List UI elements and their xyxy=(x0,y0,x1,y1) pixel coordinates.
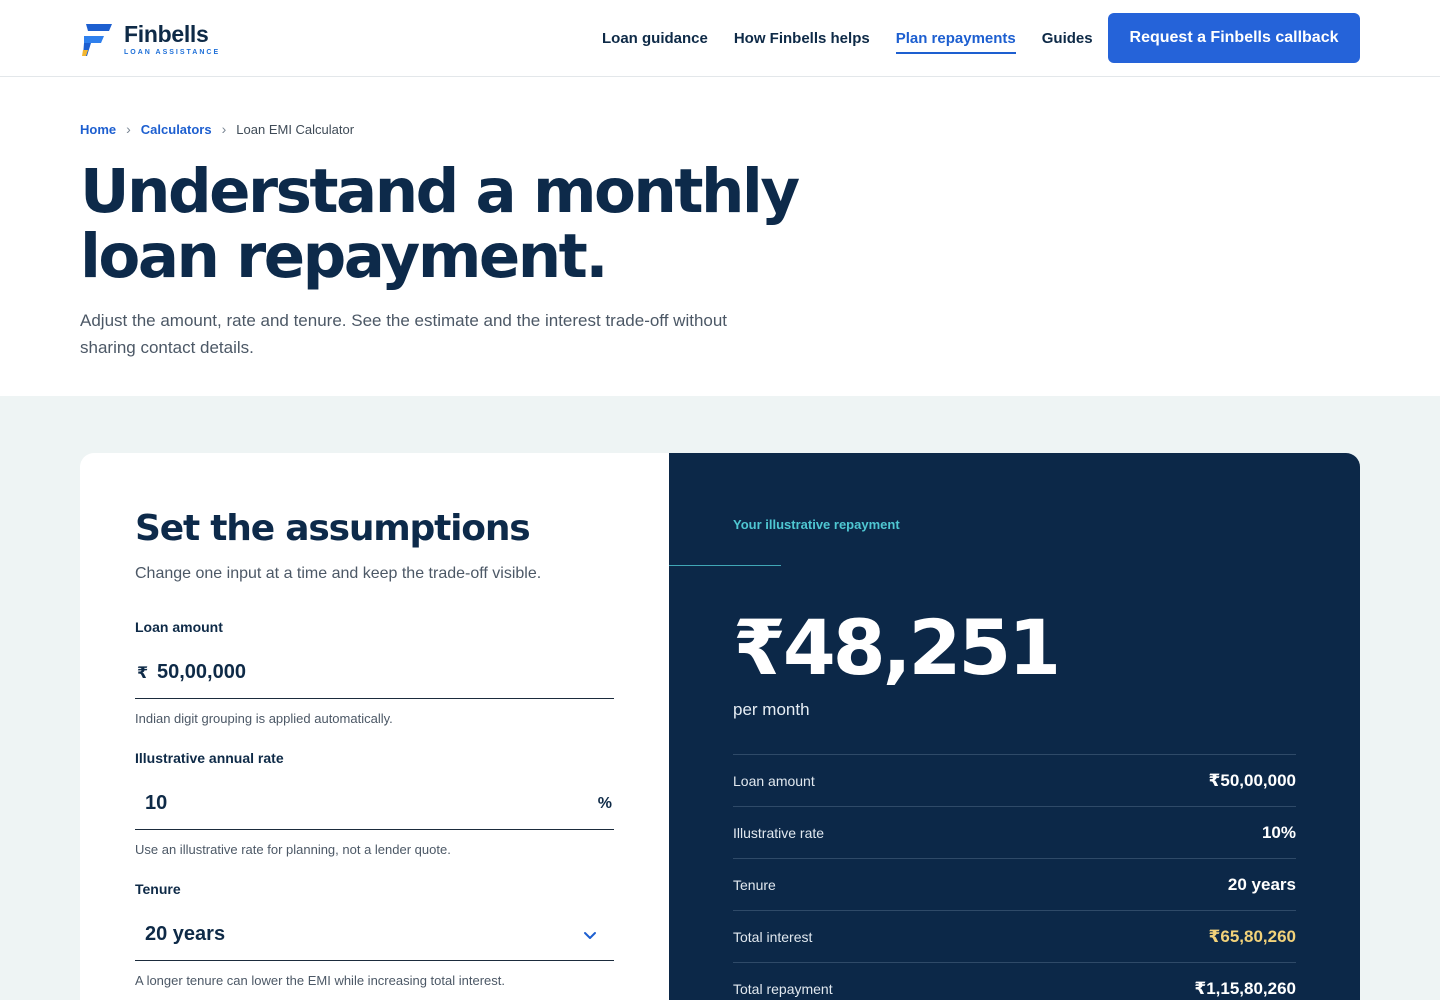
breakdown-key: Tenure xyxy=(733,876,776,893)
loan-amount-field: Loan amount ₹ Indian digit grouping is a… xyxy=(135,619,614,726)
hero-subtitle: Adjust the amount, rate and tenure. See … xyxy=(80,311,728,357)
breakdown-row-tenure: Tenure 20 years xyxy=(733,859,1296,911)
percent-icon: % xyxy=(597,794,612,812)
result-eyebrow: Your illustrative repayment xyxy=(733,517,900,532)
nav-item-guides[interactable]: Guides xyxy=(1042,24,1093,53)
top-navigation-bar: Finbells LOAN ASSISTANCE Loan guidance H… xyxy=(0,0,1440,77)
loan-amount-input-row: ₹ xyxy=(135,647,614,699)
result-breakdown: Loan amount ₹50,00,000 Illustrative rate… xyxy=(733,754,1296,1000)
calculator-card: Set the assumptions Change one input at … xyxy=(80,453,1360,1000)
breakdown-value: 20 years xyxy=(1227,874,1296,894)
tenure-hint: A longer tenure can lower the EMI while … xyxy=(135,973,505,988)
nav-item-loan-guidance[interactable]: Loan guidance xyxy=(602,24,708,53)
breakdown-row-total-interest: Total interest ₹65,80,260 xyxy=(733,911,1296,963)
rupee-icon: ₹ xyxy=(137,664,149,682)
assumptions-title: Set the assumptions xyxy=(135,508,531,549)
breakdown-key: Total repayment xyxy=(733,980,833,997)
assumptions-panel: Set the assumptions Change one input at … xyxy=(80,453,669,1000)
breakdown-value: ₹1,15,80,260 xyxy=(1194,978,1296,998)
result-panel: Your illustrative repayment ₹48,251 per … xyxy=(669,453,1360,1000)
nav-item-plan-repayments[interactable]: Plan repayments xyxy=(895,24,1016,54)
request-callback-button[interactable]: Request a Finbells callback xyxy=(1108,13,1360,63)
breakdown-key: Total interest xyxy=(733,928,813,945)
emi-value: ₹48,251 xyxy=(733,603,1061,692)
breadcrumb: Home › Calculators › Loan EMI Calculator xyxy=(80,121,1360,137)
eyebrow-divider xyxy=(669,565,781,566)
main-navigation: Loan guidance How Finbells helps Plan re… xyxy=(602,0,1093,76)
per-month-label: per month xyxy=(733,700,810,719)
assumptions-subtitle: Change one input at a time and keep the … xyxy=(135,565,542,582)
breakdown-key: Illustrative rate xyxy=(733,824,825,841)
finbells-logo[interactable]: Finbells LOAN ASSISTANCE xyxy=(80,18,220,58)
breakdown-key: Loan amount xyxy=(733,772,815,789)
tenure-selected-value: 20 years xyxy=(145,923,226,945)
rate-input-row: % xyxy=(135,778,614,830)
tenure-label: Tenure xyxy=(135,881,181,897)
brand-name: Finbells xyxy=(124,20,209,47)
chevron-right-icon: › xyxy=(221,121,227,137)
breadcrumb-current: Loan EMI Calculator xyxy=(236,121,355,137)
breakdown-row-loan-amount: Loan amount ₹50,00,000 xyxy=(733,755,1296,807)
hero-section: Home › Calculators › Loan EMI Calculator… xyxy=(0,77,1440,396)
loan-amount-label: Loan amount xyxy=(135,619,223,635)
rate-input[interactable] xyxy=(137,792,598,815)
rate-hint: Use an illustrative rate for planning, n… xyxy=(135,842,451,857)
breadcrumb-home[interactable]: Home xyxy=(80,122,116,137)
tenure-field: Tenure 20 years A longer tenure can lowe… xyxy=(135,881,614,988)
finbells-logo-icon xyxy=(82,24,112,56)
breadcrumb-calculators[interactable]: Calculators xyxy=(141,122,212,137)
nav-item-how-finbells-helps[interactable]: How Finbells helps xyxy=(734,24,870,53)
loan-amount-input[interactable] xyxy=(157,661,614,684)
page-title-line-2: loan repayment. xyxy=(80,221,609,292)
loan-amount-hint: Indian digit grouping is applied automat… xyxy=(135,711,393,726)
chevron-down-icon xyxy=(584,931,596,939)
breakdown-row-rate: Illustrative rate 10% xyxy=(733,807,1296,859)
chevron-right-icon: › xyxy=(126,121,131,137)
rate-label: Illustrative annual rate xyxy=(135,750,284,766)
breakdown-value-total-interest: ₹65,80,260 xyxy=(1208,926,1296,946)
breakdown-value: ₹50,00,000 xyxy=(1208,770,1296,790)
rate-field: Illustrative annual rate % Use an illust… xyxy=(135,750,614,857)
breakdown-row-total-repayment: Total repayment ₹1,15,80,260 xyxy=(733,963,1296,1000)
page-title: Understand a monthly loan repayment. xyxy=(80,159,840,289)
page-title-line-1: Understand a monthly xyxy=(80,156,800,227)
calculator-section: Set the assumptions Change one input at … xyxy=(0,396,1440,1000)
brand-tagline: LOAN ASSISTANCE xyxy=(124,48,221,56)
tenure-select[interactable]: 20 years xyxy=(135,909,614,961)
breakdown-value: 10% xyxy=(1261,822,1296,842)
